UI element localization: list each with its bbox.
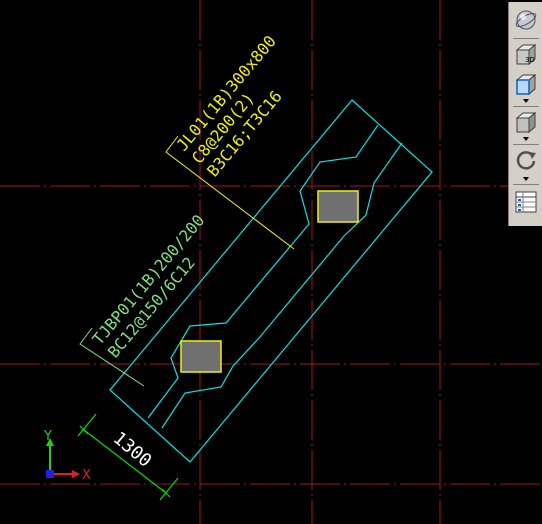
ucs-x-label: X: [82, 468, 91, 483]
3d-view-button[interactable]: 3D: [512, 40, 540, 68]
front-view-button[interactable]: [512, 70, 540, 98]
toolbar-separator: [513, 38, 539, 39]
3d-view-icon: 3D: [515, 43, 537, 66]
beam-label[interactable]: JL01(1B)300x800 C8@200(2) B3C16;T3C16: [173, 32, 311, 181]
toolbar-separator: [513, 106, 539, 107]
column-lower[interactable]: [180, 340, 222, 373]
ucs-origin-box: [46, 470, 54, 478]
rotate-icon: [516, 151, 536, 170]
3d-view-text: 3D: [525, 56, 535, 64]
footing-label[interactable]: TJBP01(1B)200/200 BC12@150/6C12: [89, 211, 224, 362]
toolbar-separator: [513, 184, 539, 185]
ucs-x-arrow: [72, 470, 80, 478]
layer-properties-button[interactable]: [512, 188, 540, 216]
view-toolbar: 3D: [508, 2, 542, 226]
layer-properties-icon: [515, 191, 537, 213]
view-cube-front-icon: [515, 73, 537, 96]
drawing-canvas[interactable]: JL01(1B)300x800 C8@200(2) B3C16;T3C16 TJ…: [0, 0, 542, 524]
toolbar-separator: [513, 144, 539, 145]
chevron-down-icon[interactable]: [522, 176, 530, 182]
column-upper[interactable]: [317, 190, 359, 223]
footing-label-line1: TJBP01(1B)200/200: [89, 211, 209, 349]
dimension-text[interactable]: 1300: [109, 428, 156, 472]
chevron-down-icon[interactable]: [522, 98, 530, 104]
ucs-y-label: Y: [43, 429, 52, 444]
ucs-axis-icon: Y X: [43, 429, 91, 483]
orbit-button[interactable]: [512, 6, 540, 34]
view-cube-icon: [515, 111, 537, 134]
rotate-button[interactable]: [512, 146, 540, 174]
chevron-down-icon[interactable]: [522, 136, 530, 142]
grid-lines: [0, 0, 542, 524]
view-cube-button[interactable]: [512, 108, 540, 136]
orbit-sphere-icon: [515, 10, 537, 30]
